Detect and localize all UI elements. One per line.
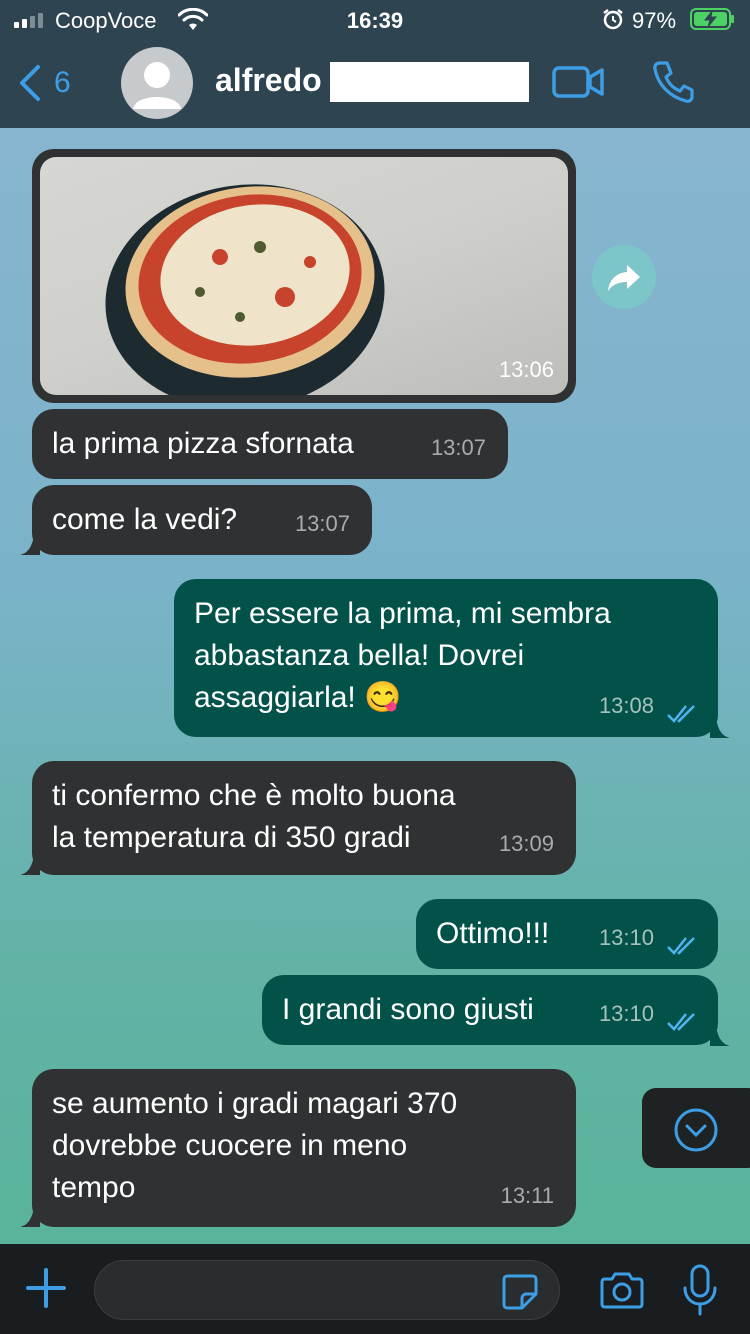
message-line: abbastanza bella! Dovrei	[194, 639, 525, 672]
microphone-icon[interactable]	[680, 1264, 720, 1316]
message-time: 13:06	[498, 357, 554, 382]
battery-percent: 97%	[632, 8, 677, 33]
alarm-icon	[603, 9, 623, 30]
double-check-icon	[667, 1013, 695, 1031]
message-time: 13:10	[598, 1001, 654, 1026]
contact-name[interactable]: alfredo	[215, 62, 322, 99]
outgoing-message[interactable]: I grandi sono giusti 13:10	[262, 975, 718, 1045]
message-time: 13:07	[294, 511, 350, 536]
double-check-icon	[667, 705, 695, 723]
scroll-to-bottom-button[interactable]	[642, 1088, 750, 1168]
outgoing-message[interactable]: Ottimo!!! 13:10	[416, 899, 718, 969]
status-bar: CoopVoce 16:39 97%	[0, 0, 750, 40]
outgoing-message[interactable]: Per essere la prima, mi sembra abbastanz…	[174, 579, 718, 737]
message-time: 13:09	[498, 831, 554, 856]
avatar[interactable]	[121, 47, 193, 119]
back-button[interactable]: 6	[16, 60, 71, 106]
photo-message[interactable]: 13:06	[32, 149, 576, 403]
message-line: tempo	[52, 1171, 136, 1204]
message-text: come la vedi?	[52, 503, 238, 536]
bubble-tail	[710, 718, 730, 738]
share-arrow-icon	[608, 265, 640, 291]
incoming-message[interactable]: ti confermo che è molto buona la tempera…	[32, 761, 576, 875]
person-icon	[133, 62, 181, 109]
phone-icon[interactable]	[652, 60, 694, 104]
message-input[interactable]	[94, 1260, 560, 1320]
redacted-name-block	[330, 62, 529, 102]
forward-button[interactable]	[592, 245, 656, 309]
message-text: Ottimo!!!	[436, 917, 550, 950]
incoming-message[interactable]: come la vedi? 13:07	[32, 485, 372, 555]
chevron-down-circle-icon	[674, 1108, 718, 1152]
sticker-icon[interactable]	[500, 1272, 540, 1312]
message-time: 13:11	[500, 1183, 554, 1208]
bubble-tail	[710, 1026, 730, 1046]
message-time: 13:10	[598, 925, 654, 950]
pizza-photo[interactable]	[40, 157, 568, 395]
message-line: dovrebbe cuocere in meno	[52, 1129, 408, 1162]
message-text: la prima pizza sfornata	[52, 427, 354, 460]
chevron-left-icon	[20, 65, 40, 101]
message-line: Per essere la prima, mi sembra	[194, 597, 611, 630]
incoming-message[interactable]: la prima pizza sfornata 13:07	[32, 409, 508, 479]
unread-count: 6	[54, 66, 71, 99]
battery-charging-icon	[690, 8, 734, 30]
message-line: ti confermo che è molto buona	[52, 779, 456, 812]
incoming-message[interactable]: se aumento i gradi magari 370 dovrebbe c…	[32, 1069, 576, 1227]
video-camera-icon[interactable]	[552, 64, 604, 100]
chat-header: CoopVoce 16:39 97% 6 alfredo	[0, 0, 750, 128]
message-time: 13:08	[598, 693, 654, 718]
bubble-tail	[20, 1207, 40, 1227]
bubble-tail	[20, 855, 40, 875]
message-line: se aumento i gradi magari 370	[52, 1087, 458, 1120]
bubble-tail	[20, 535, 40, 555]
double-check-icon	[667, 937, 695, 955]
message-time: 13:07	[430, 435, 486, 460]
message-text: I grandi sono giusti	[282, 993, 534, 1026]
camera-icon[interactable]	[598, 1270, 646, 1310]
message-input-bar	[0, 1244, 750, 1334]
message-line: la temperatura di 350 gradi	[52, 821, 411, 854]
plus-icon[interactable]	[24, 1266, 68, 1310]
